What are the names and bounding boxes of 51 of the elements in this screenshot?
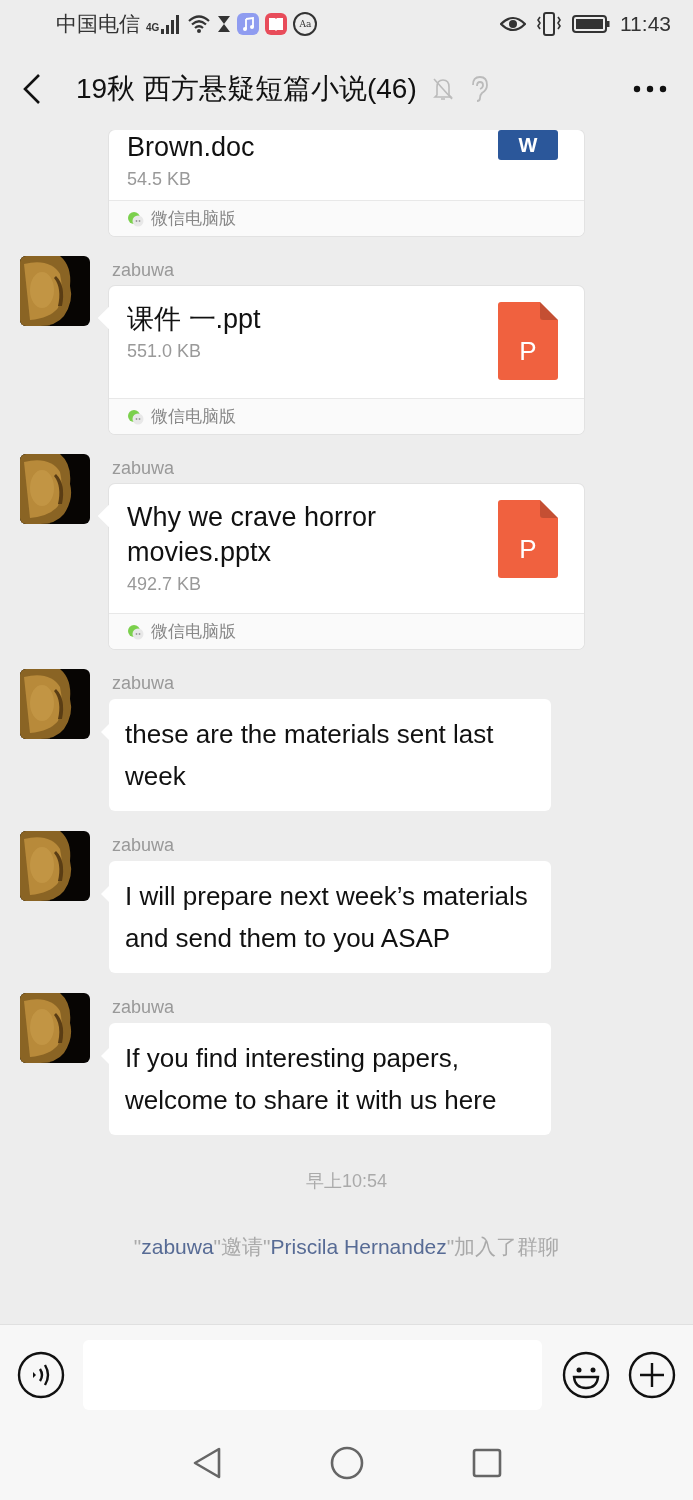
voice-icon[interactable]: [17, 1351, 65, 1399]
network-type: 4G: [146, 22, 160, 33]
chat-title: 19秋 西方悬疑短篇小说(46): [76, 72, 417, 106]
file-size: 551.0 KB: [127, 341, 203, 362]
sender-name: zabuwa: [112, 835, 176, 856]
document-icon: P: [498, 500, 558, 578]
sender-name: zabuwa: [112, 997, 176, 1018]
wechat-icon: [127, 209, 145, 228]
file-message[interactable]: Brown.doc 54.5 KB W 微信电脑版: [109, 130, 584, 236]
timestamp: 早上10:54: [305, 1170, 387, 1193]
battery-icon: [572, 14, 610, 34]
home-icon[interactable]: [329, 1445, 364, 1480]
file-size: 492.7 KB: [127, 574, 203, 595]
sender-name: zabuwa: [112, 260, 176, 281]
emoji-icon[interactable]: [562, 1351, 610, 1399]
recents-icon[interactable]: [471, 1447, 502, 1478]
music-icon: [237, 13, 260, 35]
document-icon: W: [498, 130, 558, 160]
eye-icon: [500, 15, 526, 33]
file-name: Why we crave horror movies.pptx: [127, 501, 378, 569]
back-icon[interactable]: [22, 73, 42, 105]
source-label: 微信电脑版: [151, 621, 236, 643]
wifi-icon: [187, 14, 212, 34]
source-label: 微信电脑版: [151, 406, 236, 428]
wechat-icon: [127, 407, 145, 426]
wechat-icon: [127, 622, 145, 641]
back-nav-icon[interactable]: [191, 1445, 222, 1480]
document-icon: P: [498, 302, 558, 380]
user-link[interactable]: zabuwa: [141, 1235, 214, 1258]
book-icon: [265, 13, 288, 35]
notice-text: "加入了群聊: [446, 1235, 560, 1258]
source-label: 微信电脑版: [151, 208, 236, 230]
notice-text: ": [133, 1235, 142, 1258]
message-bubble: I will prepare next week’s materials and send them to you ASAP: [109, 861, 551, 973]
notice-text: "邀请": [213, 1235, 271, 1258]
file-size: 54.5 KB: [127, 169, 193, 190]
carrier-name: 中国电信: [56, 11, 140, 37]
file-name: 课件 一.ppt: [127, 303, 262, 336]
sender-name: zabuwa: [112, 458, 176, 479]
vibrate-icon: [536, 12, 562, 36]
sender-name: zabuwa: [112, 673, 176, 694]
more-icon[interactable]: [633, 85, 667, 93]
user-link[interactable]: Priscila Hernandez: [270, 1235, 447, 1258]
hourglass-icon: [217, 15, 232, 33]
message-bubble: these are the materials sent last week: [109, 699, 551, 811]
clock: 11:43: [620, 12, 671, 36]
magnifier-icon: Aa: [293, 12, 318, 36]
signal-icon: [161, 14, 182, 34]
message-bubble: If you find interesting papers, welcome to share it with us here: [109, 1023, 551, 1135]
plus-icon[interactable]: [628, 1351, 676, 1399]
file-name: Brown.doc: [127, 131, 256, 164]
